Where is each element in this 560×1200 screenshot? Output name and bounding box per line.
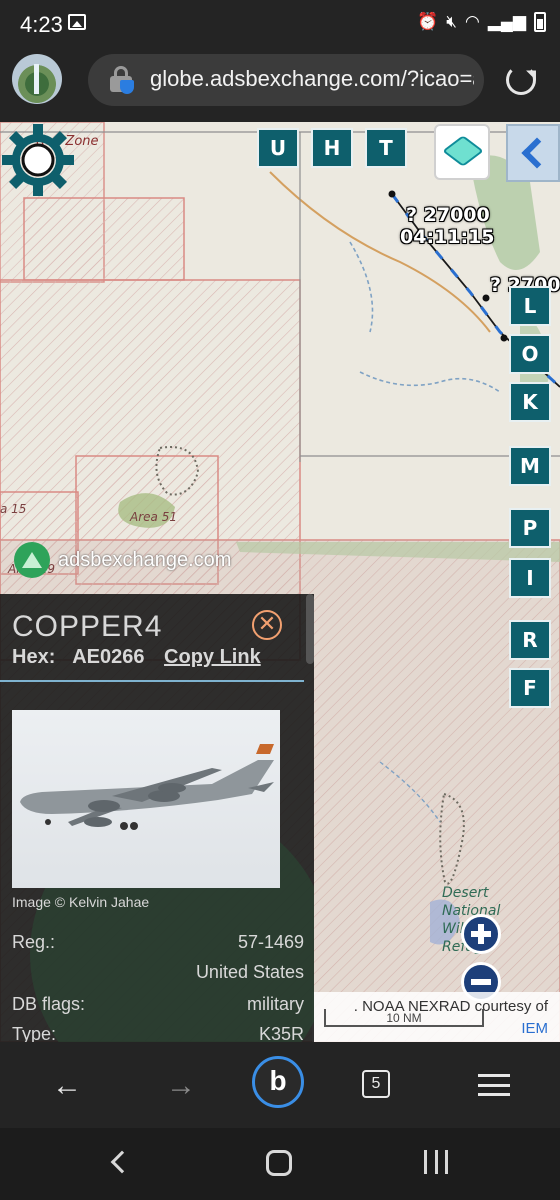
hex-value: AE0266 — [72, 646, 145, 668]
button-u[interactable]: U — [257, 128, 299, 168]
back-arrow-icon[interactable]: ← — [42, 1064, 92, 1108]
button-r[interactable]: R — [509, 620, 551, 660]
map-label-area-51: Area 51 — [130, 510, 177, 524]
panel-divider — [0, 680, 304, 682]
button-t[interactable]: T — [365, 128, 407, 168]
photo-credit: Image © Kelvin Jahae — [12, 894, 150, 910]
tabs-button[interactable]: 5 — [362, 1070, 390, 1098]
adsbexchange-logo-icon — [14, 542, 50, 578]
dbflags-label: DB flags: — [12, 994, 86, 1014]
reload-icon[interactable] — [506, 65, 536, 95]
lock-shield-icon[interactable] — [110, 66, 134, 94]
country-value: United States — [195, 962, 304, 982]
gallery-notification-icon — [68, 14, 86, 30]
status-bar: 4:23 ⏰ 🔇︎ ◠ ▂▄▆ — [0, 0, 560, 48]
gear-icon[interactable] — [0, 122, 76, 198]
map-attribution: 10 NM . NOAA NEXRAD courtesy of IEM — [312, 992, 560, 1042]
signal-icon: ▂▄▆ — [487, 12, 526, 31]
panel-scrollbar[interactable] — [306, 594, 314, 664]
system-home-icon[interactable] — [266, 1150, 292, 1176]
url-text[interactable]: globe.adsbexchange.com/?icao=ae0266 — [150, 66, 474, 92]
chevron-left-icon — [521, 137, 553, 169]
button-m[interactable]: M — [509, 446, 551, 486]
watermark-text: adsbexchange.com — [58, 548, 232, 571]
layers-button[interactable] — [434, 124, 490, 180]
callsign: COPPER4 — [12, 610, 163, 643]
button-i[interactable]: I — [509, 558, 551, 598]
button-f[interactable]: F — [509, 668, 551, 708]
button-o[interactable]: O — [509, 334, 551, 374]
browser-bottom-bar: ← → b 5 — [0, 1042, 560, 1128]
status-icons: ⏰ 🔇︎ ◠ ▂▄▆ — [417, 12, 546, 32]
button-p[interactable]: P — [509, 508, 551, 548]
button-k[interactable]: K — [509, 382, 551, 422]
reg-label: Reg.: — [12, 932, 56, 952]
iem-link[interactable]: IEM — [354, 1018, 548, 1040]
flight-time-label: 04:11:15 — [400, 226, 495, 248]
aircraft-photo[interactable] — [12, 710, 280, 888]
site-avatar-icon[interactable] — [12, 54, 62, 104]
dbflags-value: military — [247, 994, 304, 1014]
hex-label: Hex: — [12, 646, 56, 668]
map-view[interactable]: Red Zone Area 51 a 15 Area 19 Desert Nat… — [0, 122, 560, 1042]
close-panel-button[interactable]: ✕ — [252, 610, 282, 640]
map-label-area-15: a 15 — [0, 502, 27, 516]
flight-altitude-label: ? 27000 — [406, 204, 490, 226]
button-h[interactable]: H — [311, 128, 353, 168]
bing-icon[interactable]: b — [252, 1056, 304, 1108]
type-label: Type: — [12, 1024, 57, 1042]
forward-arrow-icon[interactable]: → — [156, 1064, 206, 1108]
collapse-sidebar-button[interactable] — [506, 124, 560, 182]
address-bar[interactable]: globe.adsbexchange.com/?icao=ae0266 — [88, 54, 484, 106]
aircraft-photo-image — [20, 744, 274, 830]
attribution-text: . NOAA NEXRAD courtesy of — [353, 998, 548, 1015]
button-l[interactable]: L — [509, 286, 551, 326]
menu-icon[interactable] — [478, 1074, 510, 1096]
zoom-in-button[interactable] — [461, 914, 501, 954]
screen: 4:23 ⏰ 🔇︎ ◠ ▂▄▆ globe.adsbexchange.com/?… — [0, 0, 560, 1200]
hex-row: Hex: AE0266 Copy Link — [12, 646, 261, 669]
copy-link[interactable]: Copy Link — [164, 646, 261, 668]
aircraft-info-panel: COPPER4 ✕ Hex: AE0266 Copy Link Image © … — [0, 594, 314, 1042]
battery-icon — [534, 12, 546, 32]
layers-icon — [442, 135, 484, 167]
watermark: adsbexchange.com — [14, 542, 231, 578]
status-time: 4:23 — [20, 12, 63, 37]
browser-toolbar: globe.adsbexchange.com/?icao=ae0266 — [0, 48, 560, 122]
reg-value: 57-1469 — [237, 932, 304, 952]
system-recents-icon[interactable] — [424, 1150, 448, 1174]
type-value: K35R — [258, 1024, 304, 1042]
alarm-icon: ⏰ — [417, 12, 439, 31]
system-back-icon[interactable] — [110, 1150, 134, 1174]
mute-icon: 🔇︎ — [446, 12, 457, 31]
wifi-icon: ◠ — [464, 12, 480, 31]
system-nav-bar — [0, 1128, 560, 1200]
